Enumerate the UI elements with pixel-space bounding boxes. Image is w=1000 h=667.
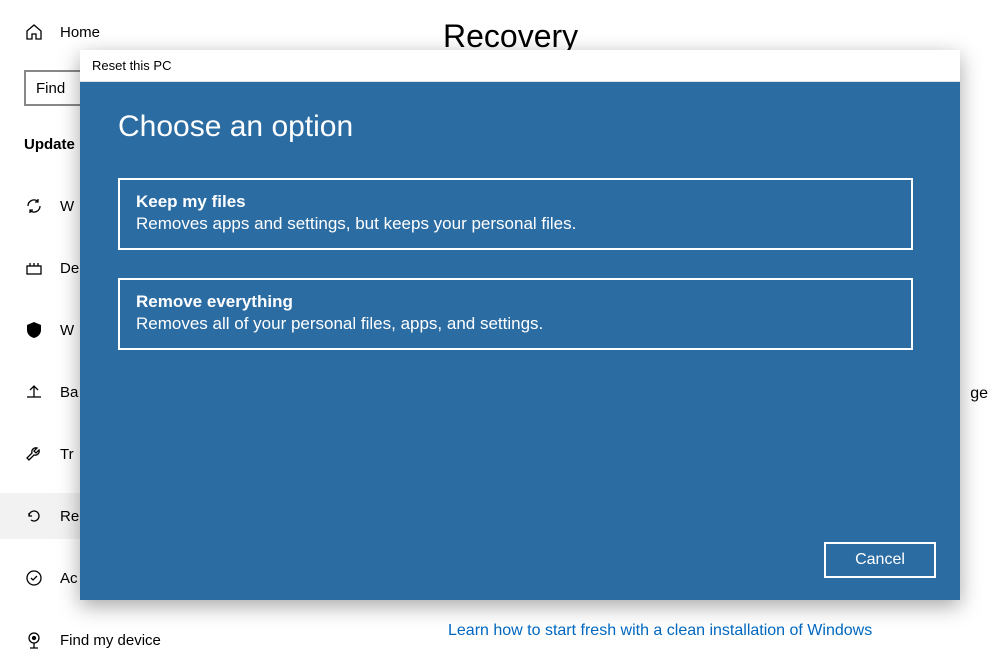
delivery-icon [24, 258, 44, 278]
wrench-icon [24, 444, 44, 464]
home-icon [24, 22, 44, 42]
learn-link[interactable]: Learn how to start fresh with a clean in… [448, 622, 872, 640]
sidebar-item-label: Ba [60, 384, 78, 401]
shield-icon [24, 320, 44, 340]
reset-pc-dialog: Reset this PC Choose an option Keep my f… [80, 50, 960, 600]
cancel-button[interactable]: Cancel [824, 542, 936, 578]
sidebar-home[interactable]: Home [24, 22, 415, 42]
sidebar-home-label: Home [60, 24, 100, 41]
recovery-icon [24, 506, 44, 526]
dialog-window-title: Reset this PC [92, 58, 171, 73]
backup-icon [24, 382, 44, 402]
sidebar-item-label: W [60, 198, 74, 215]
dialog-titlebar: Reset this PC [80, 50, 960, 82]
sidebar-item-label: Ac [60, 570, 78, 587]
option-title: Remove everything [136, 292, 895, 312]
sync-icon [24, 196, 44, 216]
sidebar-item-label: Find my device [60, 632, 161, 649]
location-icon [24, 630, 44, 650]
sidebar-item-label: W [60, 322, 74, 339]
sidebar-item-label: Tr [60, 446, 74, 463]
option-desc: Removes all of your personal files, apps… [136, 314, 895, 334]
sidebar-item-label: De [60, 260, 79, 277]
dialog-heading: Choose an option [118, 110, 922, 144]
option-remove-everything[interactable]: Remove everything Removes all of your pe… [118, 278, 913, 350]
dialog-body: Choose an option Keep my files Removes a… [80, 82, 960, 600]
option-title: Keep my files [136, 192, 895, 212]
option-desc: Removes apps and settings, but keeps you… [136, 214, 895, 234]
sidebar-item-find-device[interactable]: Find my device [24, 617, 415, 663]
check-circle-icon [24, 568, 44, 588]
cancel-button-label: Cancel [855, 551, 905, 569]
option-keep-files[interactable]: Keep my files Removes apps and settings,… [118, 178, 913, 250]
sidebar-item-label: Re [60, 508, 79, 525]
truncated-text: ge [970, 385, 988, 403]
